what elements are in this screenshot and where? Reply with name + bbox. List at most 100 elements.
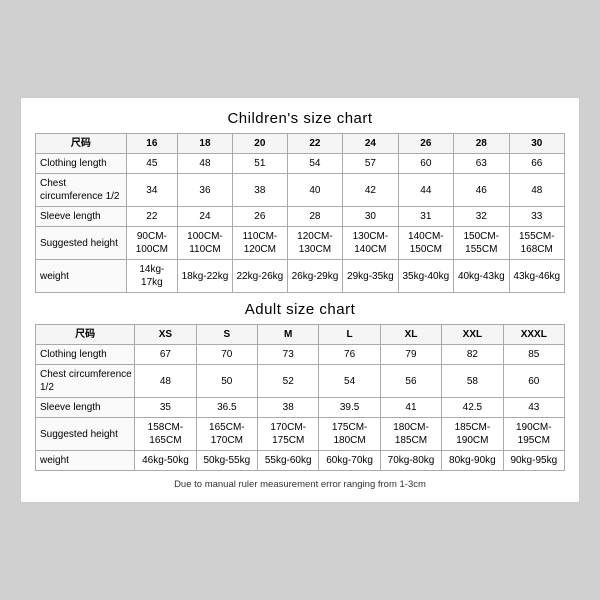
children-cell-1-4: 42 [343, 174, 398, 207]
children-cell-1-6: 46 [454, 174, 509, 207]
adult-cell-4-1: 50kg-55kg [196, 451, 257, 471]
children-table-row: Chest circumference 1/23436384042444648 [36, 174, 565, 207]
children-cell-2-6: 32 [454, 207, 509, 227]
children-cell-0-0: 45 [126, 154, 177, 174]
children-cell-2-5: 31 [398, 207, 453, 227]
adult-col-header-1: XS [135, 325, 196, 345]
children-cell-0-2: 51 [233, 154, 288, 174]
adult-cell-4-4: 70kg-80kg [380, 451, 441, 471]
children-cell-2-0: 22 [126, 207, 177, 227]
chart-container: Children's size chart 尺码1618202224262830… [20, 97, 580, 503]
adult-col-header-3: M [258, 325, 319, 345]
adult-col-header-6: XXL [442, 325, 503, 345]
adult-cell-2-3: 39.5 [319, 398, 380, 418]
adult-cell-3-6: 190CM-195CM [503, 418, 564, 451]
adult-cell-0-4: 79 [380, 345, 441, 365]
children-col-header-8: 30 [509, 134, 564, 154]
adult-col-header-2: S [196, 325, 257, 345]
children-cell-4-3: 26kg-29kg [287, 260, 342, 293]
children-cell-2-3: 28 [287, 207, 342, 227]
adult-cell-1-4: 56 [380, 365, 441, 398]
adult-cell-3-0: 158CM-165CM [135, 418, 196, 451]
adult-cell-3-2: 170CM-175CM [258, 418, 319, 451]
adult-cell-1-1: 50 [196, 365, 257, 398]
children-cell-2-1: 24 [177, 207, 232, 227]
adult-cell-4-3: 60kg-70kg [319, 451, 380, 471]
children-cell-2-7: 33 [509, 207, 564, 227]
adult-row-label-0: Clothing length [36, 345, 135, 365]
children-cell-1-2: 38 [233, 174, 288, 207]
children-row-label-0: Clothing length [36, 154, 127, 174]
adult-cell-3-3: 175CM-180CM [319, 418, 380, 451]
children-cell-0-3: 54 [287, 154, 342, 174]
adult-col-header-5: XL [380, 325, 441, 345]
children-cell-4-4: 29kg-35kg [343, 260, 398, 293]
adult-cell-1-5: 58 [442, 365, 503, 398]
children-cell-2-4: 30 [343, 207, 398, 227]
children-cell-3-2: 110CM-120CM [233, 227, 288, 260]
adult-cell-3-5: 185CM-190CM [442, 418, 503, 451]
children-cell-0-5: 60 [398, 154, 453, 174]
adult-cell-3-1: 165CM-170CM [196, 418, 257, 451]
adult-cell-0-6: 85 [503, 345, 564, 365]
children-table-row: Sleeve length2224262830313233 [36, 207, 565, 227]
adult-cell-4-6: 90kg-95kg [503, 451, 564, 471]
adult-table-row: Suggested height158CM-165CM165CM-170CM17… [36, 418, 565, 451]
adult-cell-4-5: 80kg-90kg [442, 451, 503, 471]
children-col-header-0: 尺码 [36, 134, 127, 154]
children-cell-3-5: 140CM-150CM [398, 227, 453, 260]
adult-col-header-7: XXXL [503, 325, 564, 345]
adult-row-label-2: Sleeve length [36, 398, 135, 418]
children-cell-2-2: 26 [233, 207, 288, 227]
adult-size-table: 尺码XSSMLXLXXLXXXL Clothing length67707376… [35, 324, 565, 471]
children-col-header-4: 22 [287, 134, 342, 154]
adult-row-label-3: Suggested height [36, 418, 135, 451]
adult-cell-2-0: 35 [135, 398, 196, 418]
adult-cell-2-2: 38 [258, 398, 319, 418]
children-row-label-3: Suggested height [36, 227, 127, 260]
children-col-header-3: 20 [233, 134, 288, 154]
adult-cell-0-3: 76 [319, 345, 380, 365]
children-cell-0-4: 57 [343, 154, 398, 174]
children-cell-0-6: 63 [454, 154, 509, 174]
adult-table-row: Chest circumference 1/248505254565860 [36, 365, 565, 398]
children-col-header-2: 18 [177, 134, 232, 154]
adult-chart-title: Adult size chart [35, 301, 565, 318]
children-table-row: weight14kg-17kg18kg-22kg22kg-26kg26kg-29… [36, 260, 565, 293]
children-cell-4-2: 22kg-26kg [233, 260, 288, 293]
footer-note: Due to manual ruler measurement error ra… [35, 479, 565, 490]
adult-row-label-1: Chest circumference 1/2 [36, 365, 135, 398]
children-cell-4-0: 14kg-17kg [126, 260, 177, 293]
adult-cell-1-2: 52 [258, 365, 319, 398]
children-cell-3-1: 100CM-110CM [177, 227, 232, 260]
children-cell-3-6: 150CM-155CM [454, 227, 509, 260]
children-cell-4-6: 40kg-43kg [454, 260, 509, 293]
children-cell-0-1: 48 [177, 154, 232, 174]
children-chart-title: Children's size chart [35, 110, 565, 127]
adult-cell-4-0: 46kg-50kg [135, 451, 196, 471]
children-col-header-5: 24 [343, 134, 398, 154]
adult-cell-1-3: 54 [319, 365, 380, 398]
children-cell-1-0: 34 [126, 174, 177, 207]
children-cell-4-5: 35kg-40kg [398, 260, 453, 293]
children-cell-4-7: 43kg-46kg [509, 260, 564, 293]
adult-cell-1-6: 60 [503, 365, 564, 398]
children-col-header-1: 16 [126, 134, 177, 154]
children-row-label-1: Chest circumference 1/2 [36, 174, 127, 207]
children-cell-1-3: 40 [287, 174, 342, 207]
children-table-row: Suggested height90CM-100CM100CM-110CM110… [36, 227, 565, 260]
children-cell-3-0: 90CM-100CM [126, 227, 177, 260]
children-row-label-4: weight [36, 260, 127, 293]
adult-col-header-0: 尺码 [36, 325, 135, 345]
adult-cell-0-1: 70 [196, 345, 257, 365]
children-col-header-7: 28 [454, 134, 509, 154]
children-cell-3-4: 130CM-140CM [343, 227, 398, 260]
children-row-label-2: Sleeve length [36, 207, 127, 227]
adult-cell-4-2: 55kg-60kg [258, 451, 319, 471]
children-table-row: Clothing length4548515457606366 [36, 154, 565, 174]
children-size-table: 尺码1618202224262830 Clothing length454851… [35, 133, 565, 293]
adult-cell-2-4: 41 [380, 398, 441, 418]
children-cell-3-3: 120CM-130CM [287, 227, 342, 260]
adult-cell-0-5: 82 [442, 345, 503, 365]
adult-col-header-4: L [319, 325, 380, 345]
